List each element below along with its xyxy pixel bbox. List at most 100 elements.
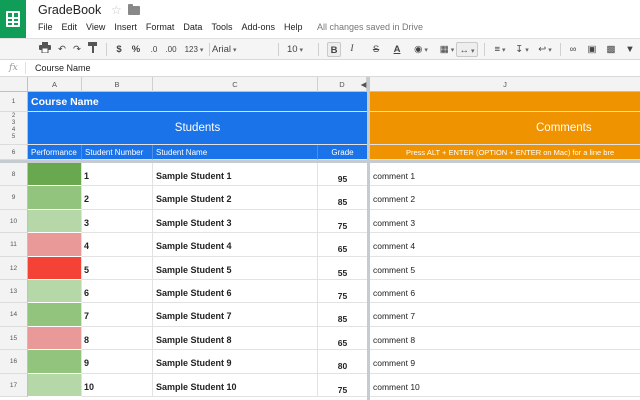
menu-addons[interactable]: Add-ons bbox=[241, 22, 275, 32]
performance-cell[interactable] bbox=[28, 350, 82, 374]
row-header-12[interactable]: 12 bbox=[0, 257, 28, 280]
student-name-cell[interactable]: Sample Student 9 bbox=[153, 350, 318, 374]
font-family-dropdown[interactable]: Arial bbox=[212, 42, 274, 57]
performance-cell[interactable] bbox=[28, 210, 82, 233]
column-header-b[interactable]: B bbox=[82, 77, 153, 92]
menu-view[interactable]: View bbox=[86, 22, 105, 32]
grade-cell[interactable]: 65 bbox=[318, 233, 367, 257]
star-icon[interactable]: ☆ bbox=[111, 3, 122, 17]
decrease-decimals-button[interactable]: .0 bbox=[147, 42, 161, 57]
performance-header-cell[interactable]: Performance bbox=[28, 145, 82, 160]
performance-cell[interactable] bbox=[28, 303, 82, 327]
performance-cell[interactable] bbox=[28, 233, 82, 257]
student-name-cell[interactable]: Sample Student 8 bbox=[153, 327, 318, 350]
comment-cell[interactable]: comment 8 bbox=[370, 327, 640, 350]
percent-format-button[interactable]: % bbox=[130, 42, 142, 57]
document-title[interactable]: GradeBook bbox=[38, 3, 101, 17]
performance-cell[interactable] bbox=[28, 163, 82, 186]
strikethrough-button[interactable]: S bbox=[370, 42, 382, 57]
performance-cell[interactable] bbox=[28, 327, 82, 350]
bold-button[interactable]: B bbox=[327, 42, 341, 57]
text-wrap-dropdown[interactable]: ↩ bbox=[535, 42, 555, 57]
menu-data[interactable]: Data bbox=[183, 22, 202, 32]
insert-comment-icon[interactable]: ▣ bbox=[585, 42, 599, 57]
row-header-16[interactable]: 16 bbox=[0, 350, 28, 374]
comment-cell[interactable]: comment 5 bbox=[370, 257, 640, 280]
grade-cell[interactable]: 75 bbox=[318, 210, 367, 233]
menu-file[interactable]: File bbox=[38, 22, 53, 32]
grade-cell[interactable]: 55 bbox=[318, 257, 367, 280]
row-header-2[interactable]: 2 bbox=[0, 112, 27, 120]
filter-icon[interactable]: ▼ bbox=[623, 42, 637, 57]
row-header-15[interactable]: 15 bbox=[0, 327, 28, 350]
text-color-button[interactable]: A bbox=[390, 42, 404, 57]
comment-cell[interactable]: comment 10 bbox=[370, 374, 640, 397]
performance-cell[interactable] bbox=[28, 257, 82, 280]
comment-cell[interactable]: comment 7 bbox=[370, 303, 640, 327]
comment-cell[interactable]: comment 1 bbox=[370, 163, 640, 186]
print-icon[interactable] bbox=[38, 42, 52, 57]
column-header-c[interactable]: C bbox=[153, 77, 318, 92]
paint-format-icon[interactable] bbox=[86, 42, 100, 57]
fill-color-dropdown[interactable]: ◉ bbox=[410, 42, 432, 57]
student-name-cell[interactable]: Sample Student 5 bbox=[153, 257, 318, 280]
menu-tools[interactable]: Tools bbox=[211, 22, 232, 32]
comment-cell[interactable]: comment 4 bbox=[370, 233, 640, 257]
student-name-cell[interactable]: Sample Student 2 bbox=[153, 186, 318, 210]
grade-cell[interactable]: 85 bbox=[318, 186, 367, 210]
student-number-cell[interactable]: 2 bbox=[82, 186, 153, 210]
row-header-13[interactable]: 13 bbox=[0, 280, 28, 303]
grade-cell[interactable]: 75 bbox=[318, 280, 367, 303]
student-number-cell[interactable]: 1 bbox=[82, 163, 153, 186]
merge-cells-dropdown[interactable]: ↔ bbox=[456, 42, 478, 57]
comment-cell[interactable]: comment 9 bbox=[370, 350, 640, 374]
frozen-column-divider[interactable] bbox=[367, 77, 370, 400]
font-size-dropdown[interactable]: 10 bbox=[283, 42, 307, 57]
student-name-cell[interactable]: Sample Student 4 bbox=[153, 233, 318, 257]
student-name-header-cell[interactable]: Student Name bbox=[153, 145, 318, 160]
student-number-cell[interactable]: 8 bbox=[82, 327, 153, 350]
student-name-cell[interactable]: Sample Student 7 bbox=[153, 303, 318, 327]
select-all-corner[interactable] bbox=[0, 77, 28, 92]
sheets-logo[interactable] bbox=[0, 0, 26, 38]
comments-header-blank-cell[interactable] bbox=[370, 92, 640, 112]
student-number-cell[interactable]: 10 bbox=[82, 374, 153, 397]
row-header-9[interactable]: 9 bbox=[0, 186, 28, 210]
row-header-6[interactable]: 6 bbox=[0, 145, 28, 160]
menu-format[interactable]: Format bbox=[146, 22, 175, 32]
hidden-columns-arrow-icon[interactable]: ◀ bbox=[360, 77, 367, 92]
vertical-align-dropdown[interactable]: ↧ bbox=[512, 42, 532, 57]
student-name-cell[interactable]: Sample Student 10 bbox=[153, 374, 318, 397]
row-header-11[interactable]: 11 bbox=[0, 233, 28, 257]
italic-button[interactable]: I bbox=[346, 42, 358, 57]
undo-icon[interactable]: ↶ bbox=[55, 42, 69, 57]
student-number-cell[interactable]: 6 bbox=[82, 280, 153, 303]
row-header-10[interactable]: 10 bbox=[0, 210, 28, 233]
students-banner-cell[interactable]: Students bbox=[28, 112, 367, 145]
student-number-cell[interactable]: 4 bbox=[82, 233, 153, 257]
insert-chart-icon[interactable]: ▩ bbox=[604, 42, 618, 57]
comment-cell[interactable]: comment 3 bbox=[370, 210, 640, 233]
row-header-14[interactable]: 14 bbox=[0, 303, 28, 327]
comments-banner-cell[interactable]: Comments bbox=[370, 112, 640, 145]
student-number-cell[interactable]: 5 bbox=[82, 257, 153, 280]
grade-header-cell[interactable]: Grade bbox=[318, 145, 367, 160]
grade-cell[interactable]: 85 bbox=[318, 303, 367, 327]
currency-format-button[interactable]: $ bbox=[114, 42, 124, 57]
row-header-17[interactable]: 17 bbox=[0, 374, 28, 397]
comments-hint-cell[interactable]: Press ALT + ENTER (OPTION + ENTER on Mac… bbox=[370, 145, 640, 160]
performance-cell[interactable] bbox=[28, 280, 82, 303]
grade-cell[interactable]: 65 bbox=[318, 327, 367, 350]
student-number-cell[interactable]: 9 bbox=[82, 350, 153, 374]
performance-cell[interactable] bbox=[28, 374, 82, 397]
borders-dropdown[interactable]: ▦ bbox=[436, 42, 458, 57]
student-name-cell[interactable]: Sample Student 3 bbox=[153, 210, 318, 233]
column-header-j[interactable]: J bbox=[370, 77, 640, 92]
redo-icon[interactable]: ↷ bbox=[70, 42, 84, 57]
student-name-cell[interactable]: Sample Student 1 bbox=[153, 163, 318, 186]
row-header-5[interactable]: 5 bbox=[0, 134, 27, 141]
row-header-3[interactable]: 3 bbox=[0, 120, 27, 127]
menu-edit[interactable]: Edit bbox=[62, 22, 78, 32]
student-number-cell[interactable]: 7 bbox=[82, 303, 153, 327]
menu-insert[interactable]: Insert bbox=[114, 22, 137, 32]
